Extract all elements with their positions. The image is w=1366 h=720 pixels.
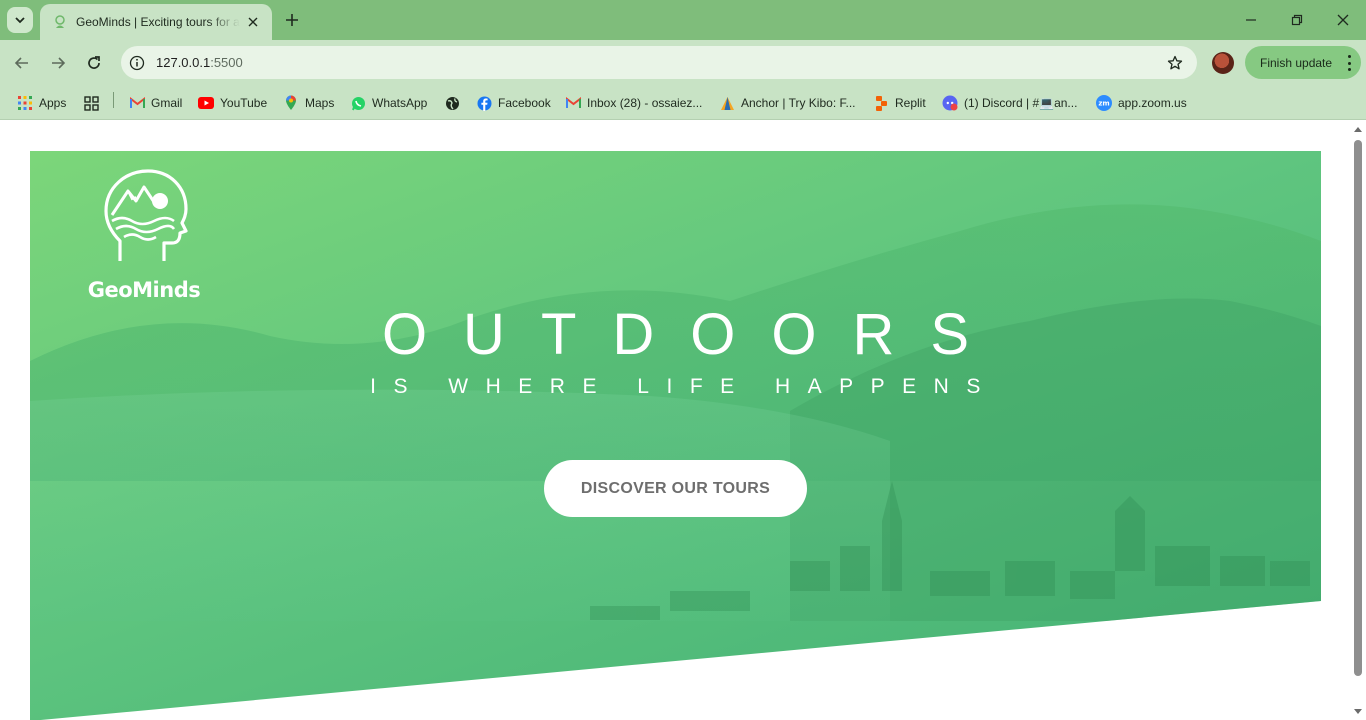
info-icon xyxy=(129,55,145,70)
back-button[interactable] xyxy=(10,51,34,75)
bookmark-zoom[interactable]: zm app.zoom.us xyxy=(1096,92,1187,114)
star-icon xyxy=(1167,55,1183,70)
bookmark-label: (1) Discord | #💻an... xyxy=(964,96,1078,110)
bookmark-label: app.zoom.us xyxy=(1118,96,1187,110)
finish-update-label: Finish update xyxy=(1260,55,1333,70)
hero-subtitle: IS WHERE LIFE HAPPENS xyxy=(370,375,998,398)
bookmark-label: Facebook xyxy=(498,96,551,110)
bookmark-whatsapp[interactable]: WhatsApp xyxy=(350,92,427,114)
bookmark-star-button[interactable] xyxy=(1165,53,1185,73)
minimize-button[interactable] xyxy=(1238,8,1264,32)
arrow-left-icon xyxy=(14,57,28,69)
bookmark-tab-groups[interactable] xyxy=(83,92,105,114)
bookmark-label: Gmail xyxy=(151,96,183,110)
discord-icon xyxy=(942,95,958,111)
bookmark-globe[interactable] xyxy=(444,92,466,114)
restore-button[interactable] xyxy=(1284,8,1310,32)
bookmark-label: WhatsApp xyxy=(372,96,428,110)
globe-icon xyxy=(444,95,460,111)
tab-strip: GeoMinds | Exciting tours for adventurou… xyxy=(0,0,1366,40)
facebook-icon xyxy=(476,95,492,111)
profile-avatar[interactable] xyxy=(1212,52,1234,74)
bookmark-maps[interactable]: Maps xyxy=(283,92,334,114)
finish-update-button[interactable]: Finish update xyxy=(1245,46,1361,79)
forward-button[interactable] xyxy=(46,51,70,75)
replit-icon xyxy=(873,95,889,111)
bookmark-apps[interactable]: Apps xyxy=(17,92,66,114)
page-viewport: GeoMinds OUTDOORS IS WHERE LIFE HAPPENS … xyxy=(0,121,1366,720)
bookmark-inbox[interactable]: Inbox (28) - ossaiez... xyxy=(565,92,702,114)
kebab-menu-icon xyxy=(1347,55,1351,71)
scroll-up-arrow-icon[interactable] xyxy=(1352,124,1364,134)
bookmark-label: YouTube xyxy=(220,96,268,110)
site-info-button[interactable] xyxy=(126,52,148,74)
svg-text:zm: zm xyxy=(1098,100,1109,108)
chevron-down-icon xyxy=(15,17,25,24)
minimize-icon xyxy=(1246,19,1256,21)
bookmark-youtube[interactable]: YouTube xyxy=(198,92,267,114)
logo-text: GeoMinds xyxy=(87,278,201,302)
new-tab-button[interactable] xyxy=(282,10,302,30)
mind-mountain-logo-icon xyxy=(104,169,188,261)
hero-section: GeoMinds OUTDOORS IS WHERE LIFE HAPPENS … xyxy=(30,151,1321,720)
bookmark-separator xyxy=(113,92,114,108)
bookmark-replit[interactable]: Replit xyxy=(873,92,926,114)
address-bar[interactable]: 127.0.0.1:5500 xyxy=(121,46,1197,79)
active-tab[interactable]: GeoMinds | Exciting tours for adventurou… xyxy=(40,4,272,40)
bookmark-label: Replit xyxy=(895,96,926,110)
bookmark-anchor[interactable]: Anchor | Try Kibo: F... xyxy=(719,92,856,114)
bookmark-discord[interactable]: (1) Discord | #💻an... xyxy=(942,92,1077,114)
gmail-icon xyxy=(565,95,581,111)
bookmarks-bar: Apps Gmail YouTube Maps WhatsApp Faceboo… xyxy=(0,86,1366,120)
tab-groups-icon xyxy=(83,95,99,111)
url-port: :5500 xyxy=(210,55,243,70)
geominds-favicon-icon xyxy=(52,14,68,30)
discover-tours-button[interactable]: DISCOVER OUR TOURS xyxy=(544,460,807,517)
plus-icon xyxy=(286,14,298,26)
url-host: 127.0.0.1 xyxy=(156,55,211,70)
tab-title: GeoMinds | Exciting tours for adventurou… xyxy=(76,15,240,29)
close-icon xyxy=(248,17,258,27)
scroll-down-arrow-icon[interactable] xyxy=(1352,707,1364,717)
geominds-logo[interactable]: GeoMinds xyxy=(82,169,206,302)
hero-landscape-image xyxy=(30,204,1321,621)
zoom-icon: zm xyxy=(1096,95,1112,111)
bookmark-label: Inbox (28) - ossaiez... xyxy=(587,96,703,110)
close-window-button[interactable] xyxy=(1330,8,1356,32)
bookmark-gmail[interactable]: Gmail xyxy=(129,92,182,114)
reload-icon xyxy=(88,56,100,69)
reload-button[interactable] xyxy=(82,51,106,75)
whatsapp-icon xyxy=(350,95,366,111)
tab-search-button[interactable] xyxy=(7,7,33,33)
gmail-icon xyxy=(129,95,145,111)
bookmark-label: Anchor | Try Kibo: F... xyxy=(741,96,856,110)
hero-title: OUTDOORS xyxy=(381,302,1006,367)
bookmark-label: Maps xyxy=(305,96,335,110)
youtube-icon xyxy=(198,95,214,111)
apps-grid-icon xyxy=(17,95,33,111)
anchor-icon xyxy=(719,95,735,111)
maps-icon xyxy=(283,95,299,111)
scrollbar-thumb[interactable] xyxy=(1354,140,1362,676)
bookmark-label: Apps xyxy=(39,96,67,110)
tab-close-button[interactable] xyxy=(244,13,262,31)
close-icon xyxy=(1337,14,1349,26)
arrow-right-icon xyxy=(52,57,66,69)
restore-icon xyxy=(1291,14,1303,26)
bookmark-facebook[interactable]: Facebook xyxy=(476,92,551,114)
url-text: 127.0.0.1:5500 xyxy=(156,55,243,70)
